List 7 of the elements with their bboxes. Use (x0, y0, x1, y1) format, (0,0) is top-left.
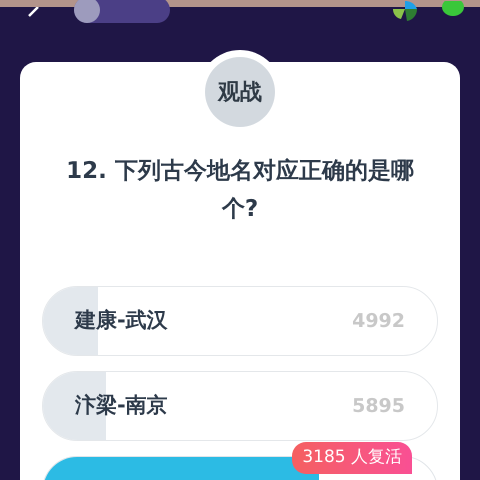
avatar-icon (74, 0, 100, 23)
option-label: 建康-武汉 (75, 307, 168, 334)
spectate-tab[interactable]: 观战 (205, 57, 275, 127)
option-label: 汴梁-南京 (75, 392, 168, 420)
pie-icon (393, 1, 417, 21)
question-text: 12. 下列古今地名对应正确的是哪个? (65, 157, 415, 224)
revive-badge: 3185 人复活 (292, 442, 412, 474)
